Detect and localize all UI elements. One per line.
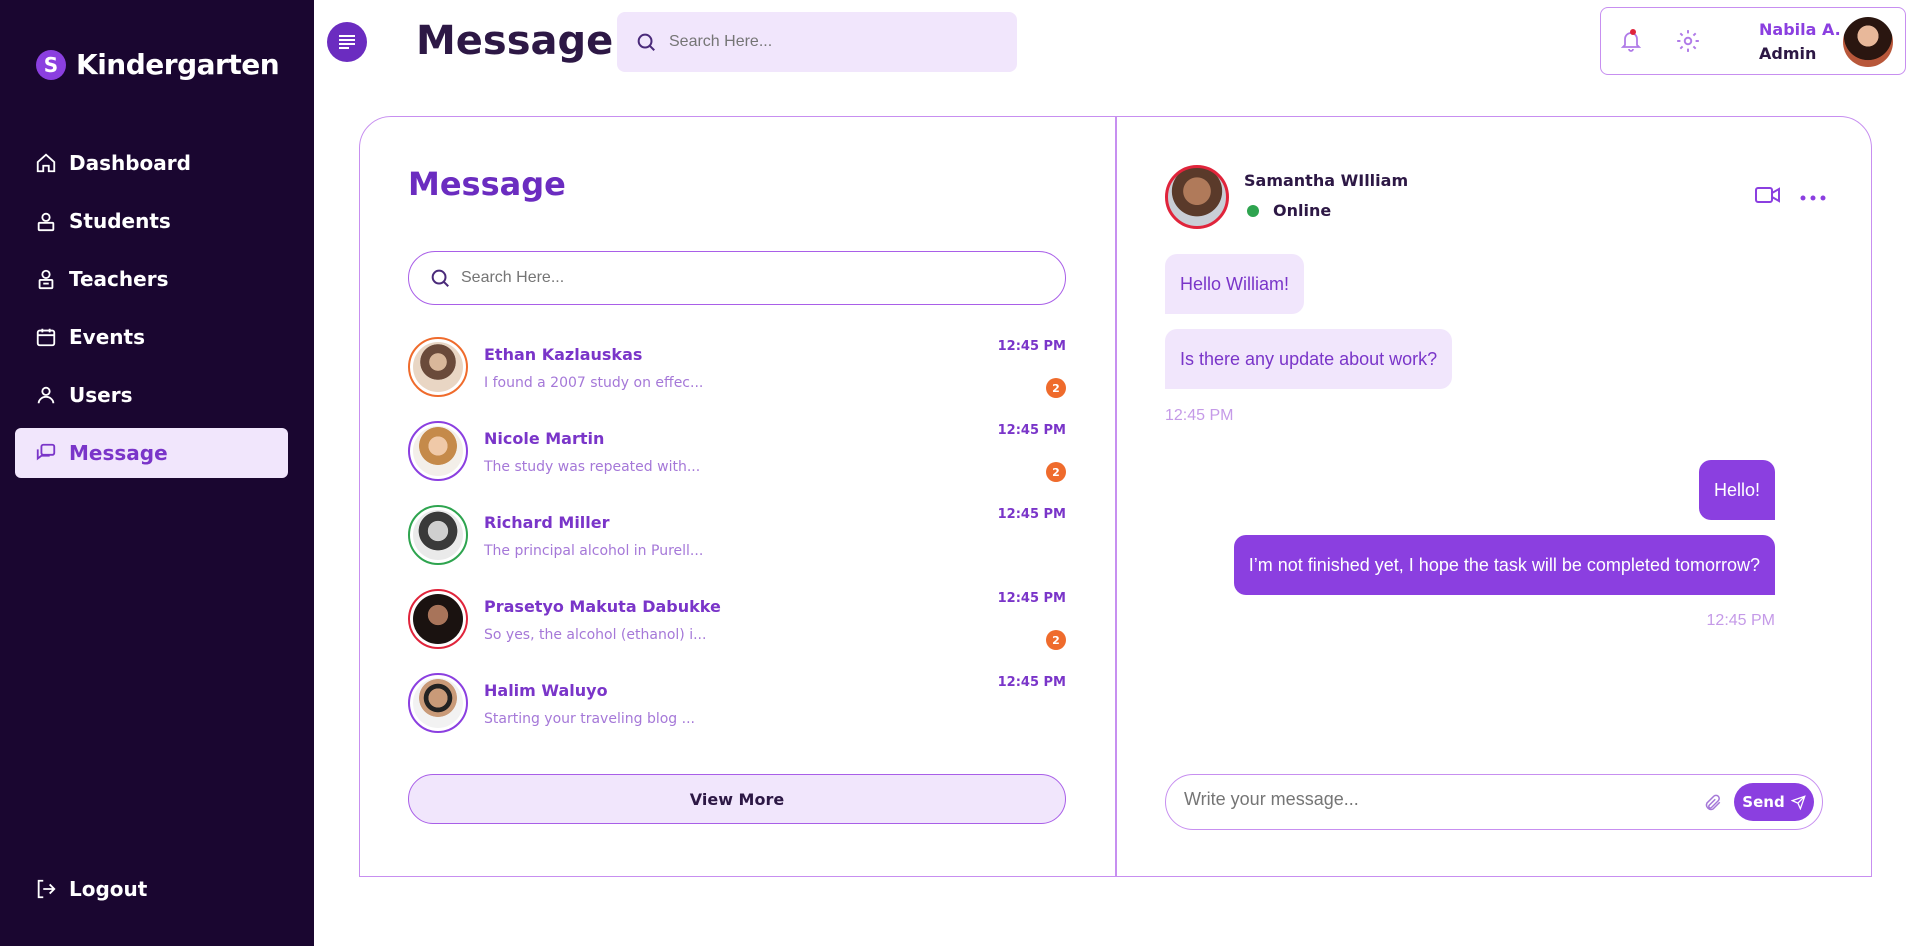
menu-icon — [339, 35, 355, 49]
user-name: Nabila A. — [1759, 20, 1841, 39]
sidebar-item-label: Teachers — [69, 267, 169, 291]
unread-badge: 2 — [1046, 462, 1066, 482]
user-icon — [35, 384, 57, 406]
send-label: Send — [1742, 793, 1785, 811]
calendar-icon — [35, 326, 57, 348]
attach-button[interactable] — [1704, 793, 1722, 817]
contact-item[interactable]: Halim Waluyo Starting your traveling blo… — [408, 673, 1066, 737]
incoming-message: Hello William! — [1165, 254, 1305, 314]
notification-dot — [1630, 29, 1636, 35]
avatar — [408, 589, 468, 649]
unread-badge: 2 — [1046, 378, 1066, 398]
chat-contact-name: Samantha WIlliam — [1244, 171, 1409, 190]
brand-name: Kindergarten — [76, 48, 280, 81]
sidebar-item-label: Dashboard — [69, 151, 191, 175]
video-call-button[interactable] — [1755, 185, 1781, 209]
incoming-timestamp: 12:45 PM — [1165, 407, 1234, 424]
sidebar-nav: Dashboard Students Teachers Events Users — [15, 138, 288, 486]
message-input[interactable] — [1184, 789, 1704, 810]
header-search — [617, 12, 1017, 72]
online-status-dot — [1247, 205, 1259, 217]
home-icon — [35, 152, 57, 174]
sidebar-item-label: Message — [69, 441, 168, 465]
outgoing-message: Hello! — [1698, 460, 1775, 520]
sidebar-item-events[interactable]: Events — [15, 312, 288, 362]
header-search-input[interactable] — [669, 33, 999, 51]
view-more-button[interactable]: View More — [408, 774, 1066, 824]
sidebar-item-users[interactable]: Users — [15, 370, 288, 420]
sidebar-item-label: Students — [69, 209, 171, 233]
more-options-button[interactable] — [1800, 187, 1826, 206]
avatar — [408, 337, 468, 397]
logout-icon — [35, 878, 57, 900]
profile-box: Nabila A. Admin — [1600, 7, 1906, 75]
brand[interactable]: S Kindergarten — [36, 48, 280, 81]
contact-search — [408, 251, 1066, 305]
contact-item[interactable]: Richard Miller The principal alcohol in … — [408, 505, 1066, 569]
video-camera-icon — [1755, 187, 1780, 203]
paperclip-icon — [1705, 794, 1721, 811]
search-icon — [637, 33, 655, 51]
menu-toggle-button[interactable] — [327, 22, 367, 62]
more-horizontal-icon — [1800, 195, 1826, 201]
avatar — [408, 673, 468, 733]
contact-item[interactable]: Prasetyo Makuta Dabukke So yes, the alco… — [408, 589, 1066, 653]
contact-name: Nicole Martin — [484, 429, 605, 448]
incoming-message: Is there any update about work? — [1165, 329, 1453, 389]
gear-icon — [1677, 30, 1699, 52]
user-role: Admin — [1759, 44, 1817, 63]
outgoing-timestamp: 12:45 PM — [1706, 612, 1775, 629]
student-icon — [35, 210, 57, 232]
contact-time: 12:45 PM — [997, 591, 1066, 606]
contact-preview: The study was repeated with... — [484, 459, 701, 475]
contact-time: 12:45 PM — [997, 675, 1066, 690]
panel-divider — [1115, 117, 1117, 877]
sidebar-item-teachers[interactable]: Teachers — [15, 254, 288, 304]
page-title: Message — [416, 18, 614, 64]
contact-time: 12:45 PM — [997, 423, 1066, 438]
unread-badge: 2 — [1046, 630, 1066, 650]
contact-time: 12:45 PM — [997, 339, 1066, 354]
message-composer: Send — [1165, 774, 1823, 830]
sidebar-item-message[interactable]: Message — [15, 428, 288, 478]
user-avatar[interactable] — [1843, 17, 1893, 67]
chat-icon — [35, 442, 57, 464]
chat-contact-avatar[interactable] — [1165, 165, 1229, 229]
contact-preview: I found a 2007 study on effec... — [484, 375, 704, 391]
contact-item[interactable]: Ethan Kazlauskas I found a 2007 study on… — [408, 337, 1066, 401]
contact-time: 12:45 PM — [997, 507, 1066, 522]
contact-preview: Starting your traveling blog ... — [484, 711, 695, 727]
contact-name: Prasetyo Makuta Dabukke — [484, 597, 721, 616]
contact-name: Richard Miller — [484, 513, 610, 532]
teacher-icon — [35, 268, 57, 290]
brand-logo-icon: S — [36, 49, 66, 80]
sidebar-item-label: Users — [69, 383, 133, 407]
contact-name: Ethan Kazlauskas — [484, 345, 643, 364]
top-bar: Message Nabila A. Admin — [314, 0, 1914, 100]
send-button[interactable]: Send — [1734, 783, 1814, 821]
sidebar-item-label: Events — [69, 325, 145, 349]
sidebar: S Kindergarten Dashboard Students Teache… — [0, 0, 314, 946]
contact-preview: The principal alcohol in Purell... — [484, 543, 704, 559]
message-list-title: Message — [408, 165, 566, 203]
contact-item[interactable]: Nicole Martin The study was repeated wit… — [408, 421, 1066, 485]
contact-search-input[interactable] — [461, 269, 1041, 287]
logout-label: Logout — [69, 877, 148, 901]
online-status: Online — [1273, 201, 1332, 220]
outgoing-message: I’m not finished yet, I hope the task wi… — [1233, 535, 1775, 595]
contact-name: Halim Waluyo — [484, 681, 608, 700]
logout-button[interactable]: Logout — [35, 877, 147, 901]
message-card: Message Ethan Kazlauskas I found a 2007 … — [359, 116, 1872, 877]
search-icon — [431, 269, 449, 287]
send-icon — [1790, 794, 1806, 810]
avatar — [408, 505, 468, 565]
avatar — [408, 421, 468, 481]
contact-preview: So yes, the alcohol (ethanol) i... — [484, 627, 707, 643]
sidebar-item-students[interactable]: Students — [15, 196, 288, 246]
sidebar-item-dashboard[interactable]: Dashboard — [15, 138, 288, 188]
settings-button[interactable] — [1675, 28, 1701, 58]
